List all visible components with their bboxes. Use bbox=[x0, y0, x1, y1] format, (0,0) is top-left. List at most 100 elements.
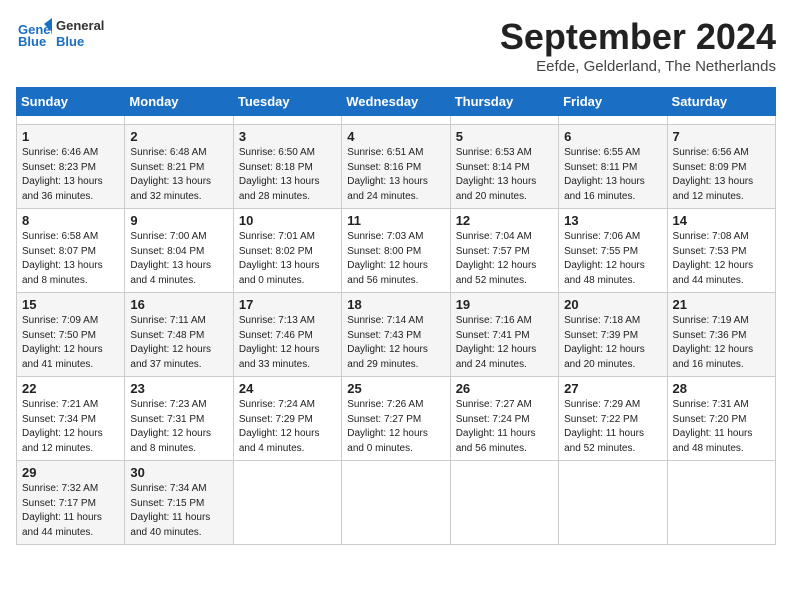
day-number: 10 bbox=[239, 213, 336, 228]
logo-text-blue: Blue bbox=[56, 34, 104, 50]
day-number: 4 bbox=[347, 129, 444, 144]
calendar-day-cell: 19 Sunrise: 7:16 AMSunset: 7:41 PMDayligh… bbox=[450, 293, 558, 377]
calendar-day-cell: 14Sunrise: 7:08 AMSunset: 7:53 PMDayligh… bbox=[667, 209, 775, 293]
day-number: 29 bbox=[22, 465, 119, 480]
empty-cell bbox=[450, 116, 558, 125]
day-number: 16 bbox=[130, 297, 227, 312]
day-info: Sunrise: 7:08 AMSunset: 7:53 PMDaylight:… bbox=[673, 230, 770, 288]
calendar-day-cell: 15Sunrise: 7:09 AMSunset: 7:50 PMDayligh… bbox=[17, 293, 125, 377]
empty-cell bbox=[667, 461, 775, 545]
day-number: 9 bbox=[130, 213, 227, 228]
empty-cell bbox=[125, 116, 233, 125]
day-info: Sunrise: 7:31 AMSunset: 7:20 PMDaylight:… bbox=[673, 398, 770, 456]
day-number: 11 bbox=[347, 213, 444, 228]
day-number: 18 bbox=[347, 297, 444, 312]
day-info: Sunrise: 7:29 AMSunset: 7:22 PMDaylight:… bbox=[564, 398, 661, 456]
calendar-day-cell: 27 Sunrise: 7:29 AMSunset: 7:22 PMDayligh… bbox=[559, 377, 667, 461]
day-number: 19 bbox=[456, 297, 553, 312]
title-area: September 2024 Eefde, Gelderland, The Ne… bbox=[500, 16, 776, 75]
calendar-day-cell: 13Sunrise: 7:06 AMSunset: 7:55 PMDayligh… bbox=[559, 209, 667, 293]
day-info: Sunrise: 7:32 AMSunset: 7:17 PMDaylight:… bbox=[22, 482, 119, 540]
empty-cell bbox=[450, 461, 558, 545]
day-number: 12 bbox=[456, 213, 553, 228]
day-number: 3 bbox=[239, 129, 336, 144]
day-number: 17 bbox=[239, 297, 336, 312]
calendar-header-row: SundayMondayTuesdayWednesdayThursdayFrid… bbox=[17, 88, 776, 116]
calendar-day-cell: 9 Sunrise: 7:00 AMSunset: 8:04 PMDaylight… bbox=[125, 209, 233, 293]
calendar-week-row: 15Sunrise: 7:09 AMSunset: 7:50 PMDayligh… bbox=[17, 293, 776, 377]
empty-cell bbox=[667, 116, 775, 125]
day-number: 1 bbox=[22, 129, 119, 144]
day-info: Sunrise: 6:58 AMSunset: 8:07 PMDaylight:… bbox=[22, 230, 119, 288]
calendar-header-thursday: Thursday bbox=[450, 88, 558, 116]
day-info: Sunrise: 6:56 AMSunset: 8:09 PMDaylight:… bbox=[673, 146, 770, 204]
empty-cell bbox=[17, 116, 125, 125]
logo-text-general: General bbox=[56, 18, 104, 34]
day-info: Sunrise: 7:03 AMSunset: 8:00 PMDaylight:… bbox=[347, 230, 444, 288]
calendar-header-wednesday: Wednesday bbox=[342, 88, 450, 116]
calendar-header-tuesday: Tuesday bbox=[233, 88, 341, 116]
day-number: 8 bbox=[22, 213, 119, 228]
day-number: 24 bbox=[239, 381, 336, 396]
calendar-day-cell: 17 Sunrise: 7:13 AMSunset: 7:46 PMDayligh… bbox=[233, 293, 341, 377]
day-number: 20 bbox=[564, 297, 661, 312]
day-info: Sunrise: 7:13 AMSunset: 7:46 PMDaylight:… bbox=[239, 314, 336, 372]
calendar-day-cell: 21 Sunrise: 7:19 AMSunset: 7:36 PMDayligh… bbox=[667, 293, 775, 377]
day-info: Sunrise: 6:51 AMSunset: 8:16 PMDaylight:… bbox=[347, 146, 444, 204]
day-number: 15 bbox=[22, 297, 119, 312]
calendar-day-cell: 1 Sunrise: 6:46 AMSunset: 8:23 PMDaylight… bbox=[17, 125, 125, 209]
day-number: 5 bbox=[456, 129, 553, 144]
calendar-day-cell: 28Sunrise: 7:31 AMSunset: 7:20 PMDayligh… bbox=[667, 377, 775, 461]
day-info: Sunrise: 7:00 AMSunset: 8:04 PMDaylight:… bbox=[130, 230, 227, 288]
calendar-day-cell: 24 Sunrise: 7:24 AMSunset: 7:29 PMDayligh… bbox=[233, 377, 341, 461]
calendar-day-cell: 2 Sunrise: 6:48 AMSunset: 8:21 PMDaylight… bbox=[125, 125, 233, 209]
calendar-header-monday: Monday bbox=[125, 88, 233, 116]
day-info: Sunrise: 6:55 AMSunset: 8:11 PMDaylight:… bbox=[564, 146, 661, 204]
calendar-header-sunday: Sunday bbox=[17, 88, 125, 116]
calendar-day-cell: 4 Sunrise: 6:51 AMSunset: 8:16 PMDaylight… bbox=[342, 125, 450, 209]
day-info: Sunrise: 7:18 AMSunset: 7:39 PMDaylight:… bbox=[564, 314, 661, 372]
empty-cell bbox=[342, 116, 450, 125]
calendar-day-cell: 10 Sunrise: 7:01 AMSunset: 8:02 PMDayligh… bbox=[233, 209, 341, 293]
calendar-header-friday: Friday bbox=[559, 88, 667, 116]
day-number: 21 bbox=[673, 297, 770, 312]
calendar-day-cell: 8 Sunrise: 6:58 AMSunset: 8:07 PMDaylight… bbox=[17, 209, 125, 293]
calendar-week-row: 29 Sunrise: 7:32 AMSunset: 7:17 PMDayligh… bbox=[17, 461, 776, 545]
day-info: Sunrise: 6:53 AMSunset: 8:14 PMDaylight:… bbox=[456, 146, 553, 204]
logo-icon: General Blue bbox=[16, 16, 52, 52]
day-info: Sunrise: 7:24 AMSunset: 7:29 PMDaylight:… bbox=[239, 398, 336, 456]
day-info: Sunrise: 6:46 AMSunset: 8:23 PMDaylight:… bbox=[22, 146, 119, 204]
day-info: Sunrise: 7:19 AMSunset: 7:36 PMDaylight:… bbox=[673, 314, 770, 372]
calendar-week-row bbox=[17, 116, 776, 125]
logo: General Blue General Blue bbox=[16, 16, 104, 52]
calendar-day-cell: 23 Sunrise: 7:23 AMSunset: 7:31 PMDayligh… bbox=[125, 377, 233, 461]
day-number: 2 bbox=[130, 129, 227, 144]
day-number: 27 bbox=[564, 381, 661, 396]
day-number: 7 bbox=[673, 129, 770, 144]
page-header: General Blue General Blue September 2024… bbox=[16, 16, 776, 75]
svg-text:Blue: Blue bbox=[18, 34, 46, 49]
day-info: Sunrise: 7:04 AMSunset: 7:57 PMDaylight:… bbox=[456, 230, 553, 288]
calendar-day-cell: 25Sunrise: 7:26 AMSunset: 7:27 PMDayligh… bbox=[342, 377, 450, 461]
empty-cell bbox=[559, 461, 667, 545]
calendar-table: SundayMondayTuesdayWednesdayThursdayFrid… bbox=[16, 87, 776, 545]
day-info: Sunrise: 7:23 AMSunset: 7:31 PMDaylight:… bbox=[130, 398, 227, 456]
day-info: Sunrise: 6:48 AMSunset: 8:21 PMDaylight:… bbox=[130, 146, 227, 204]
location-subtitle: Eefde, Gelderland, The Netherlands bbox=[500, 58, 776, 75]
empty-cell bbox=[233, 461, 341, 545]
calendar-day-cell: 11 Sunrise: 7:03 AMSunset: 8:00 PMDayligh… bbox=[342, 209, 450, 293]
calendar-day-cell: 12 Sunrise: 7:04 AMSunset: 7:57 PMDayligh… bbox=[450, 209, 558, 293]
calendar-day-cell: 18Sunrise: 7:14 AMSunset: 7:43 PMDayligh… bbox=[342, 293, 450, 377]
day-info: Sunrise: 7:26 AMSunset: 7:27 PMDaylight:… bbox=[347, 398, 444, 456]
day-number: 13 bbox=[564, 213, 661, 228]
calendar-week-row: 1 Sunrise: 6:46 AMSunset: 8:23 PMDaylight… bbox=[17, 125, 776, 209]
month-title: September 2024 bbox=[500, 16, 776, 58]
calendar-day-cell: 3 Sunrise: 6:50 AMSunset: 8:18 PMDaylight… bbox=[233, 125, 341, 209]
empty-cell bbox=[233, 116, 341, 125]
calendar-header-saturday: Saturday bbox=[667, 88, 775, 116]
day-info: Sunrise: 7:01 AMSunset: 8:02 PMDaylight:… bbox=[239, 230, 336, 288]
day-info: Sunrise: 7:16 AMSunset: 7:41 PMDaylight:… bbox=[456, 314, 553, 372]
day-info: Sunrise: 6:50 AMSunset: 8:18 PMDaylight:… bbox=[239, 146, 336, 204]
day-info: Sunrise: 7:34 AMSunset: 7:15 PMDaylight:… bbox=[130, 482, 227, 540]
day-number: 23 bbox=[130, 381, 227, 396]
